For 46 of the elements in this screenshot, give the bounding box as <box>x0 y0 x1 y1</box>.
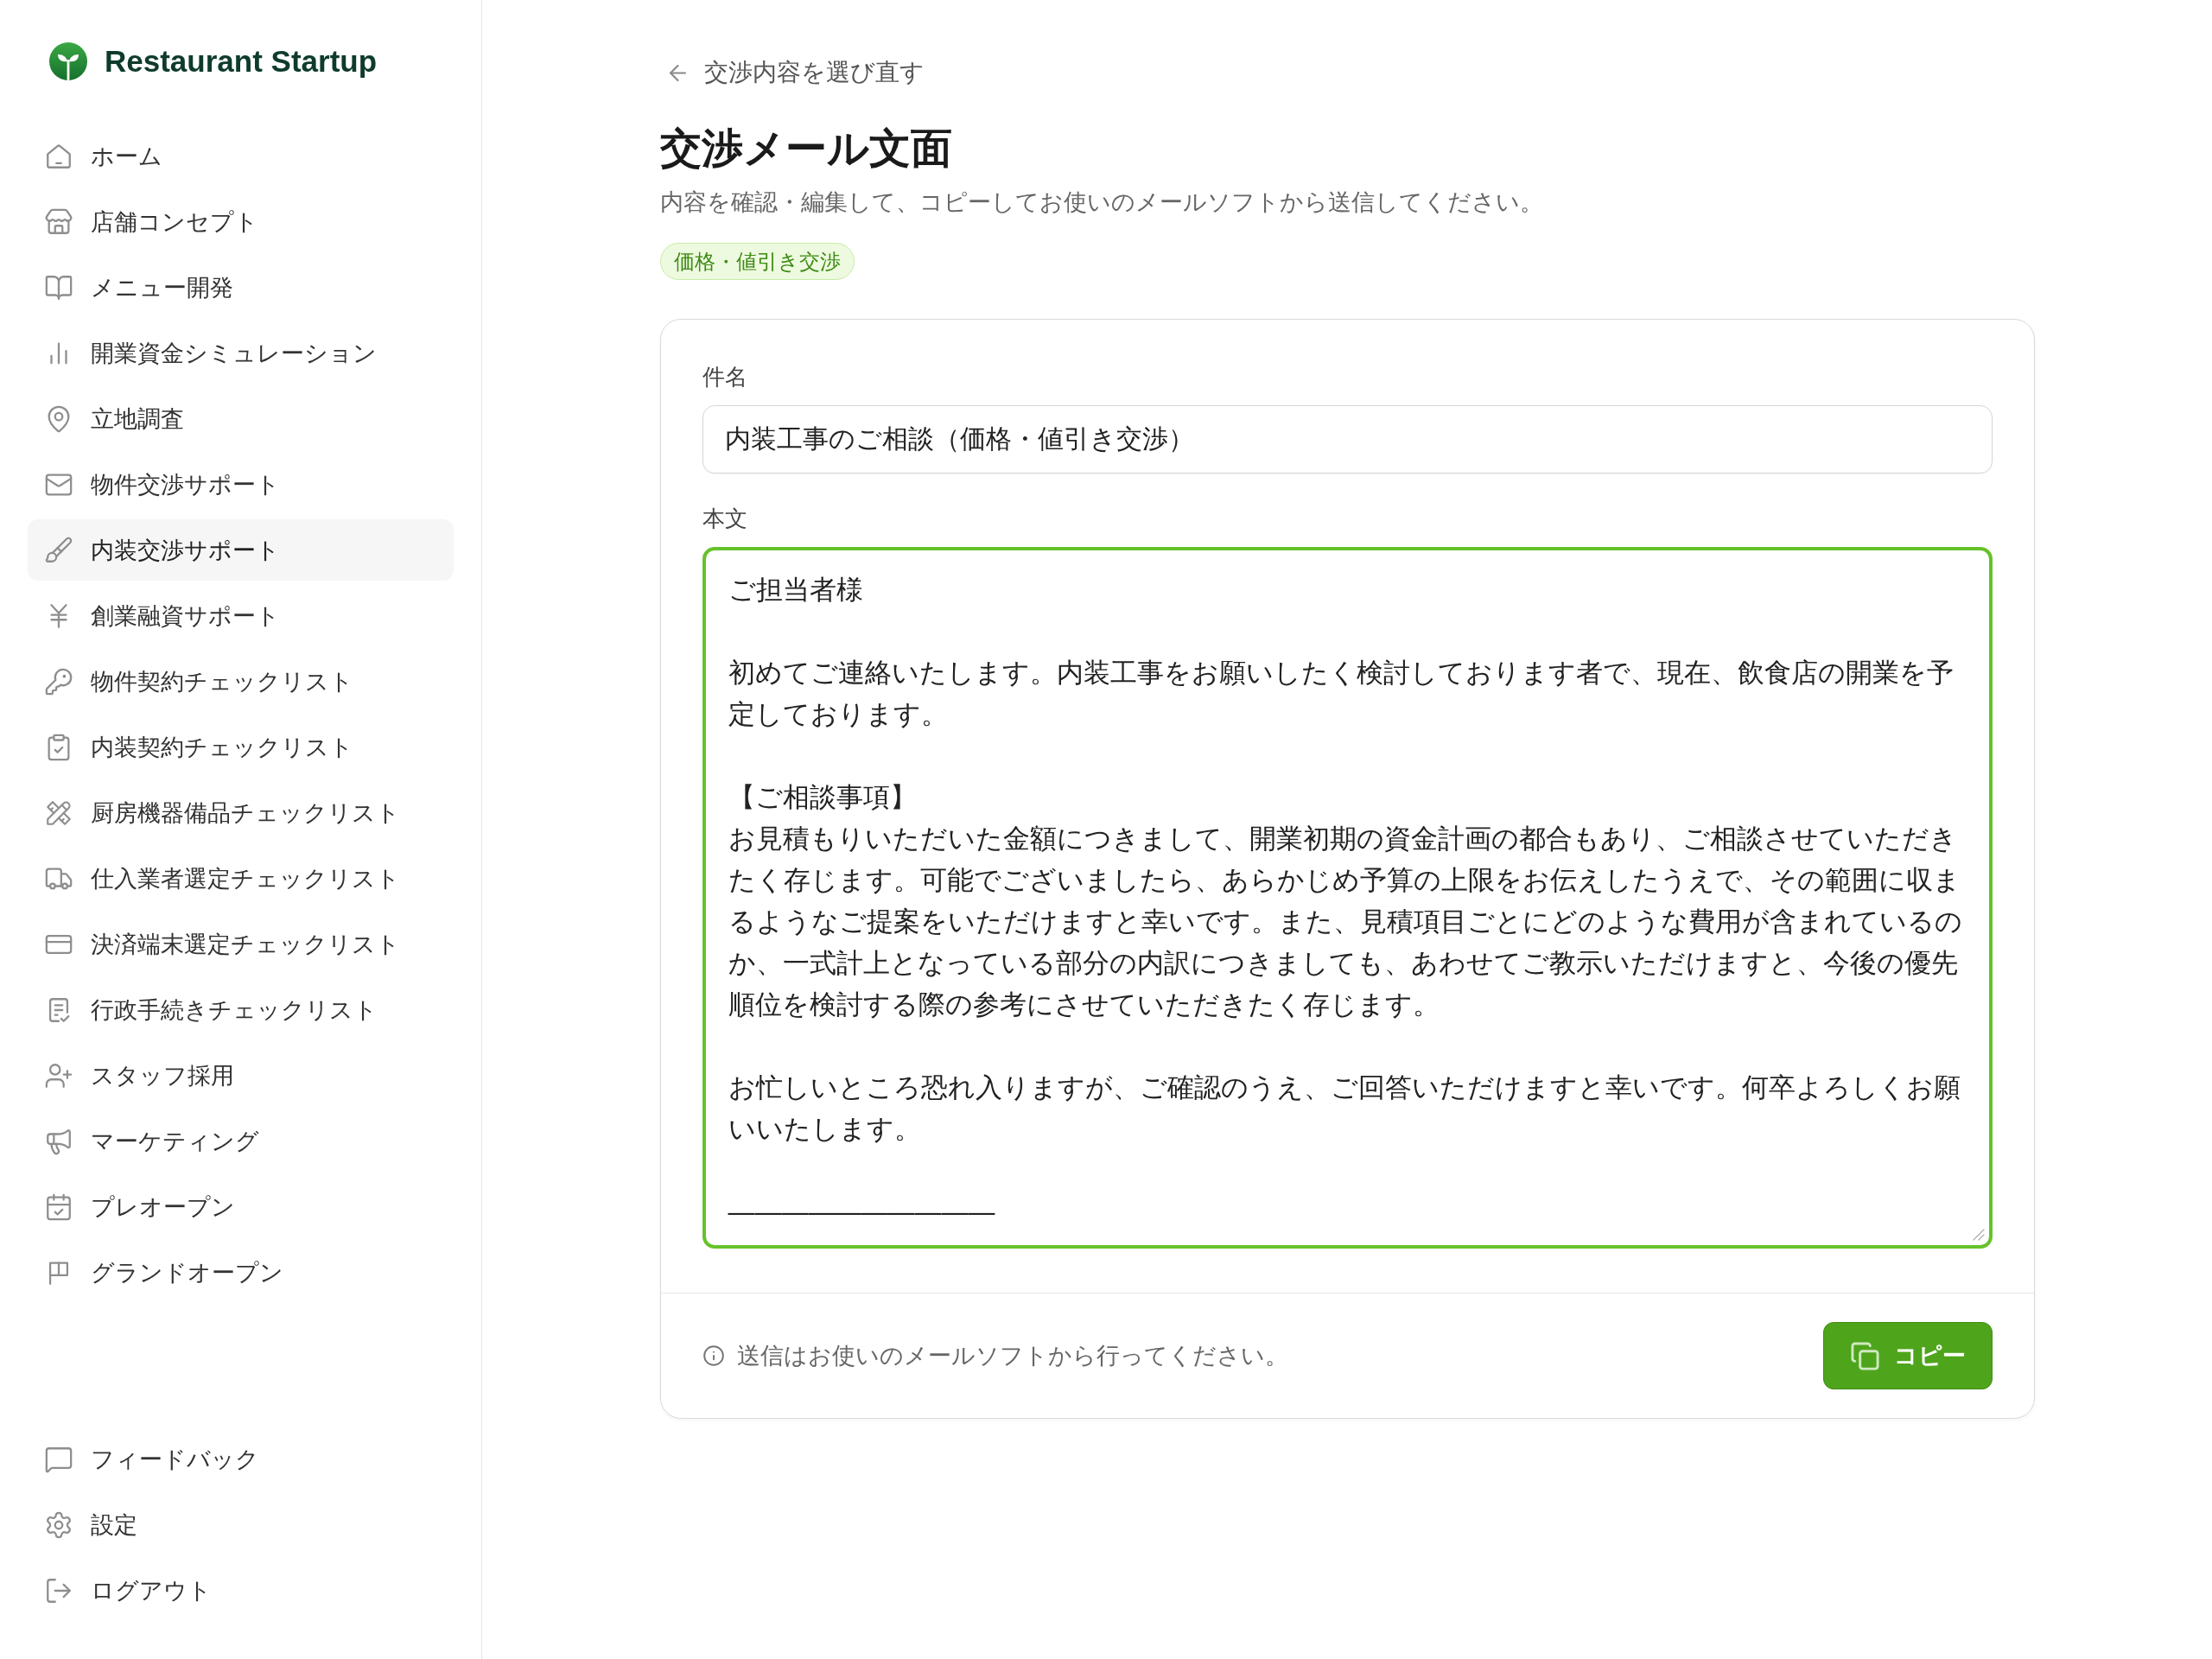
sidebar-item[interactable]: 物件契約チェックリスト <box>28 651 454 712</box>
back-link[interactable]: 交渉内容を選び直す <box>664 58 925 87</box>
body-text: 初めてご連絡いたします。内装工事をお願いしたく検討しております者で、現在、飲食店の開業を予定しております。 <box>728 657 1955 731</box>
sidebar-item[interactable]: 創業融資サポート <box>28 585 454 646</box>
field-label: 件名 <box>702 363 747 391</box>
sidebar-item[interactable]: 物件交渉サポート <box>28 454 454 515</box>
sidebar-item[interactable]: ホーム <box>28 125 454 187</box>
sidebar-item[interactable]: 行政手続きチェックリスト <box>28 979 454 1040</box>
sidebar-item[interactable]: グランドオープン <box>28 1242 454 1303</box>
sidebar-item[interactable]: ログアウト <box>28 1560 454 1621</box>
sprout-logo-icon <box>49 42 87 80</box>
sidebar-item[interactable]: 厨房機器備品チェックリスト <box>28 782 454 843</box>
sidebar-item[interactable]: 開業資金シミュレーション <box>28 322 454 384</box>
page-subtitle: 内容を確認・編集して、コピーしてお使いのメールソフトから送信してください。 <box>659 188 1543 217</box>
body-text: —————————— <box>728 1196 996 1229</box>
sidebar-item[interactable]: 決済端末選定チェックリスト <box>28 913 454 975</box>
body-text: ご担当者様 <box>728 574 864 607</box>
sidebar-item[interactable]: 店舗コンセプト <box>28 191 454 252</box>
brush-icon <box>44 535 73 565</box>
sidebar-item[interactable]: メニュー開発 <box>28 257 454 318</box>
sidebar-item[interactable]: 仕入業者選定チェックリスト <box>28 848 454 909</box>
sidebar-item[interactable]: 内装契約チェックリスト <box>28 716 454 778</box>
send-note: 送信はお使いのメールソフトから行ってください。 <box>736 1342 1288 1370</box>
key-icon <box>44 666 73 696</box>
sidebar-item[interactable]: 設定 <box>28 1494 454 1555</box>
page-title: 交渉メール文面 <box>659 124 952 173</box>
sidebar-item[interactable]: スタッフ採用 <box>28 1045 454 1106</box>
copy-icon <box>1849 1340 1880 1371</box>
resize-handle-icon[interactable] <box>1972 1229 1985 1241</box>
body-text: お見積もりいただいた金額につきまして、開業初期の資金計画の都合もあり、ご相談させていただきたく存じます。可能でございましたら、あらかじめ予算の上限をお伝えしたうえで、その範囲に収まるようなご提案をいただけますと幸いです。また、見積項目ごとにどのような費用が含まれているのか、一式計上となっている部分の内訳につきましても、あわせてご教示いただけますと、今後の優先順位を検討する際の参考にさせていただきたく存じます。 <box>728 823 1963 1021</box>
subject-input[interactable]: 内装工事のご相談（価格・値引き交渉） <box>702 405 1993 474</box>
sidebar-item[interactable]: マーケティング <box>28 1110 454 1172</box>
category-tag: 価格・値引き交渉 <box>659 243 855 280</box>
brand-name: Restaurant Startup <box>105 44 378 79</box>
store-icon <box>44 207 73 237</box>
sidebar-item[interactable]: フィードバック <box>28 1428 454 1490</box>
sidebar-item[interactable]: 内装交渉サポート <box>28 519 454 581</box>
calendar-check-icon <box>44 1192 73 1222</box>
sidebar-item[interactable]: 立地調査 <box>28 388 454 449</box>
body-text: お忙しいところ恐れ入りますが、ご確認のうえ、ご回答いただけますと幸いです。何卒よろしくお願いいたします。 <box>728 1071 1961 1146</box>
field-label: 本文 <box>702 505 747 533</box>
body-text: 【ご相談事項】 <box>728 781 918 814</box>
settings-icon <box>44 1510 73 1540</box>
body-textarea[interactable] <box>702 547 1993 1249</box>
info-icon <box>702 1344 725 1367</box>
sidebar-item[interactable]: プレオープン <box>28 1176 454 1237</box>
